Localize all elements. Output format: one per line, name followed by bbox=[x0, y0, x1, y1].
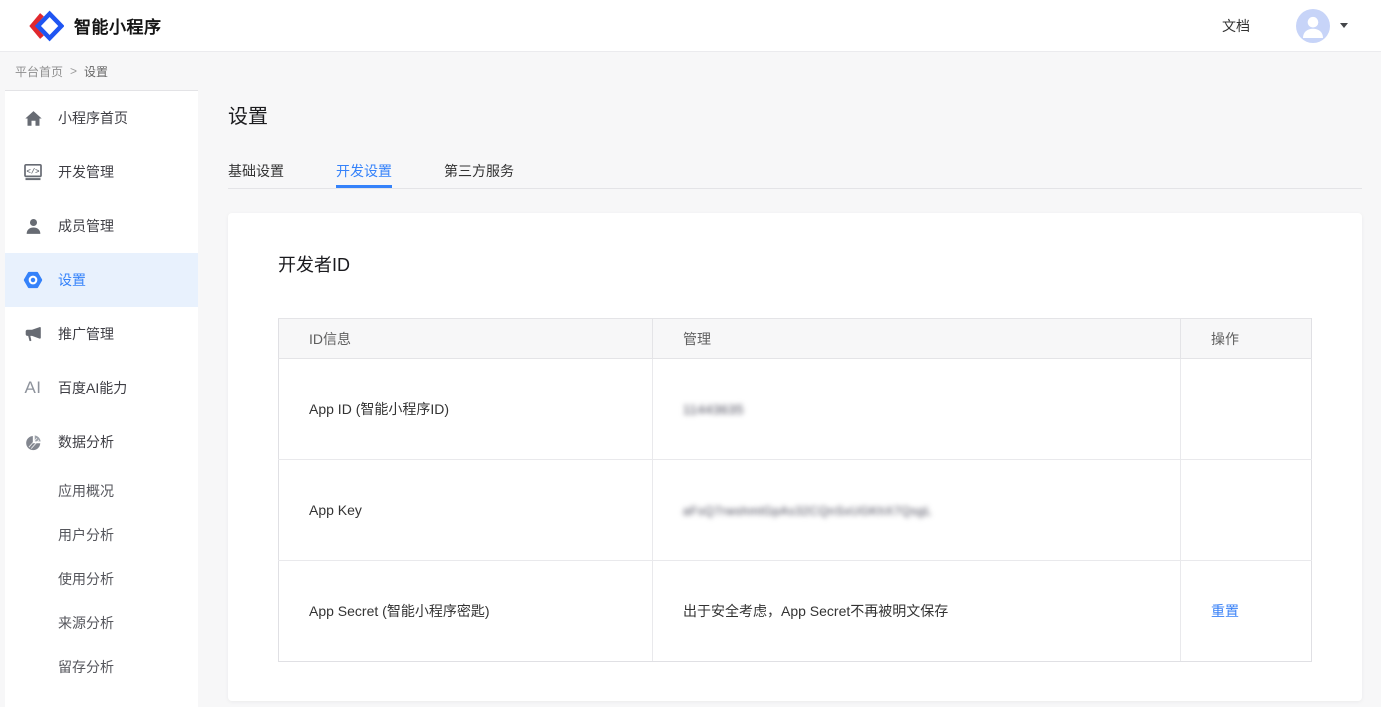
column-header-id-info: ID信息 bbox=[279, 319, 653, 359]
brand-logo[interactable]: 智能小程序 bbox=[28, 10, 162, 42]
app-secret-notice: 出于安全考虑，App Secret不再被明文保存 bbox=[653, 561, 1181, 662]
app-key-value: aFsQ7rwshmtGpAs32CQnSxUGKhX7QsgL bbox=[683, 504, 932, 518]
tab-dev-settings[interactable]: 开发设置 bbox=[336, 161, 392, 188]
developer-id-card: 开发者ID ID信息 管理 操作 App ID (智能小程序ID) 114436… bbox=[228, 213, 1362, 701]
user-avatar[interactable] bbox=[1296, 9, 1330, 43]
sidebar-subitem-retention-analysis[interactable]: 留存分析 bbox=[5, 645, 198, 689]
row-action-empty bbox=[1181, 460, 1312, 561]
table-header-row: ID信息 管理 操作 bbox=[279, 319, 1312, 359]
sidebar: 小程序首页 </> 开发管理 成员管理 bbox=[5, 90, 198, 707]
pie-chart-icon bbox=[23, 432, 43, 452]
breadcrumb-separator: > bbox=[70, 64, 77, 78]
sidebar-item-label: 推广管理 bbox=[58, 324, 114, 344]
sidebar-subitem-source-analysis[interactable]: 来源分析 bbox=[5, 601, 198, 645]
sidebar-subitem-label: 留存分析 bbox=[58, 657, 114, 677]
docs-link[interactable]: 文档 bbox=[1222, 16, 1250, 36]
tab-basic-settings[interactable]: 基础设置 bbox=[228, 161, 284, 188]
sidebar-item-label: 百度AI能力 bbox=[58, 378, 127, 398]
sidebar-subitem-user-analysis[interactable]: 用户分析 bbox=[5, 513, 198, 557]
reset-button[interactable]: 重置 bbox=[1211, 603, 1239, 619]
tab-third-party[interactable]: 第三方服务 bbox=[444, 161, 514, 188]
row-label: App ID (智能小程序ID) bbox=[279, 359, 653, 460]
ai-icon: AI bbox=[23, 378, 43, 398]
sidebar-item-label: 数据分析 bbox=[58, 432, 114, 452]
member-icon bbox=[23, 216, 43, 236]
smartapp-logo-icon bbox=[28, 10, 64, 42]
sidebar-item-label: 设置 bbox=[58, 270, 86, 290]
sidebar-item-promotion[interactable]: 推广管理 bbox=[5, 307, 198, 361]
sidebar-item-label: 小程序首页 bbox=[58, 108, 128, 128]
card-heading: 开发者ID bbox=[278, 253, 1312, 278]
breadcrumb-home[interactable]: 平台首页 bbox=[15, 63, 63, 80]
sidebar-subitem-label: 来源分析 bbox=[58, 613, 114, 633]
megaphone-icon bbox=[23, 324, 43, 344]
table-row-app-id: App ID (智能小程序ID) 11443635 bbox=[279, 359, 1312, 460]
sidebar-item-settings[interactable]: 设置 bbox=[5, 253, 198, 307]
sidebar-item-label: 成员管理 bbox=[58, 216, 114, 236]
column-header-actions: 操作 bbox=[1181, 319, 1312, 359]
column-header-manage: 管理 bbox=[653, 319, 1181, 359]
sidebar-subitem-label: 应用概况 bbox=[58, 481, 114, 501]
sidebar-item-home[interactable]: 小程序首页 bbox=[5, 91, 198, 145]
sidebar-item-analytics[interactable]: 数据分析 bbox=[5, 415, 198, 469]
table-row-app-key: App Key aFsQ7rwshmtGpAs32CQnSxUGKhX7QsgL bbox=[279, 460, 1312, 561]
chevron-down-icon[interactable] bbox=[1340, 23, 1348, 28]
topbar-right: 文档 bbox=[1222, 9, 1348, 43]
topbar: 智能小程序 文档 bbox=[0, 0, 1381, 52]
home-icon bbox=[23, 108, 43, 128]
sidebar-subitem-label: 用户分析 bbox=[58, 525, 114, 545]
sidebar-item-ai[interactable]: AI 百度AI能力 bbox=[5, 361, 198, 415]
sidebar-subitem-app-overview[interactable]: 应用概况 bbox=[5, 469, 198, 513]
settings-tabs: 基础设置 开发设置 第三方服务 bbox=[228, 161, 1362, 189]
sidebar-item-members[interactable]: 成员管理 bbox=[5, 199, 198, 253]
main-content: 设置 基础设置 开发设置 第三方服务 开发者ID ID信息 管理 操作 bbox=[198, 90, 1381, 707]
brand-name: 智能小程序 bbox=[74, 13, 162, 38]
page-title: 设置 bbox=[228, 103, 1362, 131]
svg-text:</>: </> bbox=[27, 168, 40, 176]
developer-id-table: ID信息 管理 操作 App ID (智能小程序ID) 11443635 App… bbox=[278, 318, 1312, 662]
table-row-app-secret: App Secret (智能小程序密匙) 出于安全考虑，App Secret不再… bbox=[279, 561, 1312, 662]
sidebar-item-label: 开发管理 bbox=[58, 162, 114, 182]
sidebar-subitem-usage-analysis[interactable]: 使用分析 bbox=[5, 557, 198, 601]
code-icon: </> bbox=[23, 162, 43, 182]
row-action-empty bbox=[1181, 359, 1312, 460]
sidebar-item-dev-manage[interactable]: </> 开发管理 bbox=[5, 145, 198, 199]
app-id-value: 11443635 bbox=[683, 402, 744, 417]
gear-icon bbox=[23, 270, 43, 290]
sidebar-subitem-label: 使用分析 bbox=[58, 569, 114, 589]
breadcrumb: 平台首页 > 设置 bbox=[0, 52, 1381, 90]
breadcrumb-current: 设置 bbox=[84, 63, 108, 80]
row-label: App Key bbox=[279, 460, 653, 561]
row-label: App Secret (智能小程序密匙) bbox=[279, 561, 653, 662]
